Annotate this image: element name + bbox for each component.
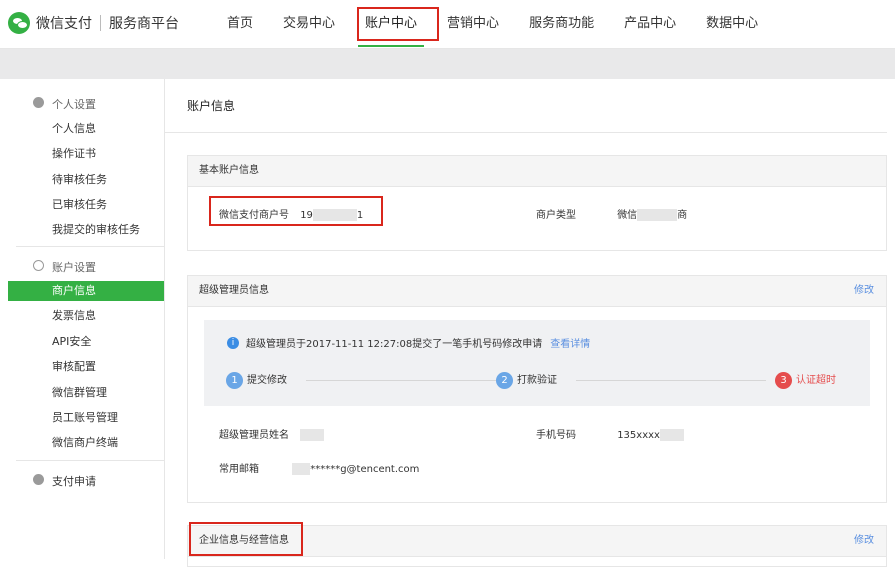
- sidebar-item-api-security[interactable]: API安全: [8, 332, 164, 352]
- step-number: 1: [226, 372, 243, 389]
- title-divider: [165, 132, 887, 133]
- email-row: 常用邮箱 ******g@tencent.com: [219, 460, 419, 475]
- nav-marketing-center[interactable]: 营销中心: [432, 0, 514, 48]
- sidebar-item-merchant-info[interactable]: 商户信息: [8, 281, 164, 301]
- page-title: 账户信息: [187, 99, 236, 113]
- brand-product: 微信支付: [36, 16, 92, 32]
- redaction-block: [292, 463, 311, 475]
- merchant-type-suffix: 商: [677, 210, 688, 221]
- view-details-link[interactable]: 查看详情: [550, 339, 590, 350]
- step-timeout: 3 认证超时: [775, 371, 836, 389]
- admin-info-card: 超级管理员信息 修改 i 超级管理员于2017-11-11 12:27:08提交…: [187, 275, 887, 503]
- sidebar-item-review-config[interactable]: 审核配置: [8, 357, 164, 377]
- merchant-type-prefix: 微信: [617, 210, 638, 221]
- notice-text: 超级管理员于2017-11-11 12:27:08提交了一笔手机号码修改申请: [246, 339, 543, 350]
- email-value: ******g@tencent.com: [310, 464, 420, 475]
- step-label: 打款验证: [517, 375, 557, 386]
- nav-provider-functions[interactable]: 服务商功能: [514, 0, 609, 48]
- admin-name-label: 超级管理员姓名: [219, 430, 289, 441]
- sidebar-item-invoice[interactable]: 发票信息: [8, 306, 164, 326]
- step-connector: [306, 380, 496, 381]
- brand-divider: [100, 15, 101, 31]
- basic-info-card: 基本账户信息 微信支付商户号 19 1 商户类型 微信商: [187, 155, 887, 251]
- nav-trade-center[interactable]: 交易中心: [268, 0, 350, 48]
- step-number: 2: [496, 372, 513, 389]
- sidebar-item-staff-account[interactable]: 员工账号管理: [8, 408, 164, 428]
- highlight-box-nav: [357, 7, 439, 41]
- brand[interactable]: 微信支付 服务商平台: [8, 12, 179, 34]
- sidebar: 个人设置 个人信息 操作证书 待审核任务 已审核任务 我提交的审核任务 账户设置…: [8, 79, 165, 559]
- admin-name-row: 超级管理员姓名: [219, 426, 325, 441]
- main-nav: 首页 交易中心 账户中心 营销中心 服务商功能 产品中心 数据中心: [212, 0, 773, 48]
- highlight-box-merchant-id: [209, 196, 383, 226]
- basic-info-header: 基本账户信息: [188, 156, 886, 187]
- step-number: 3: [775, 372, 792, 389]
- sidebar-group-account: 账户设置: [52, 261, 96, 274]
- redaction-block: [300, 429, 325, 441]
- sidebar-divider: [16, 246, 164, 247]
- sidebar-item-reviewed[interactable]: 已审核任务: [8, 195, 164, 215]
- sidebar-item-certificate[interactable]: 操作证书: [8, 144, 164, 164]
- wechat-logo-icon: [8, 12, 30, 34]
- merchant-type-row: 商户类型 微信 商: [536, 206, 687, 221]
- email-label: 常用邮箱: [219, 464, 259, 475]
- top-bar: 微信支付 服务商平台 首页 交易中心 账户中心 营销中心 服务商功能 产品中心 …: [0, 0, 895, 49]
- sidebar-item-my-submitted[interactable]: 我提交的审核任务: [8, 220, 164, 240]
- redaction-block: [637, 209, 678, 221]
- nav-product-center[interactable]: 产品中心: [609, 0, 691, 48]
- sidebar-item-wechat-group[interactable]: 微信群管理: [8, 383, 164, 403]
- merchant-type-label: 商户类型: [536, 210, 576, 221]
- sidebar-item-pending-review[interactable]: 待审核任务: [8, 170, 164, 190]
- sidebar-item-pay-apply[interactable]: 支付申请: [52, 473, 96, 489]
- admin-info-header: 超级管理员信息 修改: [188, 276, 886, 307]
- brand-platform: 服务商平台: [109, 16, 179, 32]
- gear-icon: [33, 260, 44, 271]
- sidebar-item-merchant-terminal[interactable]: 微信商户终端: [8, 433, 164, 453]
- sidebar-divider: [16, 460, 164, 461]
- phone-label: 手机号码: [536, 430, 576, 441]
- sidebar-group-personal: 个人设置: [52, 98, 96, 111]
- step-label: 提交修改: [247, 375, 287, 386]
- admin-edit-link[interactable]: 修改: [854, 276, 874, 306]
- phone-row: 手机号码 135xxxx: [536, 426, 684, 441]
- pay-icon: [33, 474, 44, 485]
- company-edit-link[interactable]: 修改: [854, 526, 874, 556]
- step-label: 认证超时: [796, 375, 836, 386]
- info-icon: i: [227, 337, 239, 349]
- nav-data-center[interactable]: 数据中心: [691, 0, 773, 48]
- change-request-notice: i 超级管理员于2017-11-11 12:27:08提交了一笔手机号码修改申请…: [204, 320, 870, 406]
- highlight-box-company-info: [189, 522, 303, 556]
- nav-home[interactable]: 首页: [212, 0, 268, 48]
- admin-info-title: 超级管理员信息: [199, 285, 269, 296]
- step-payment-verify: 2 打款验证: [496, 371, 557, 389]
- sidebar-item-personal-info[interactable]: 个人信息: [8, 119, 164, 139]
- step-submit: 1 提交修改: [226, 371, 287, 389]
- notice-row: 超级管理员于2017-11-11 12:27:08提交了一笔手机号码修改申请 查看…: [246, 335, 590, 350]
- basic-info-title: 基本账户信息: [199, 165, 259, 176]
- user-icon: [33, 97, 44, 108]
- redaction-block: [659, 429, 684, 441]
- step-connector: [576, 380, 766, 381]
- phone-value: 135xxxx: [617, 430, 660, 441]
- main-content: 账户信息 基本账户信息 微信支付商户号 19 1 商户类型 微信商 超级管理员信息…: [165, 79, 887, 567]
- subheader-bar: [0, 49, 895, 79]
